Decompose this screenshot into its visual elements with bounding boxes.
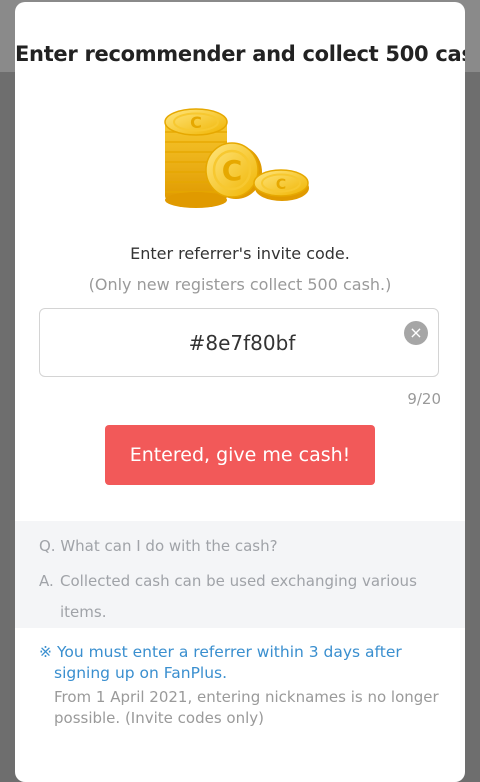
- faq-section: Q. What can I do with the cash? A. Collec…: [15, 521, 465, 628]
- notice-mark-icon: ※: [39, 643, 52, 661]
- invite-code-field[interactable]: ×: [39, 308, 439, 377]
- invite-code-instruction: Enter referrer's invite code.: [130, 244, 350, 263]
- modal-title: Enter recommender and collect 500 cash: [15, 42, 465, 66]
- faq-answer-line2: items.: [60, 603, 107, 621]
- referral-modal: Enter recommender and collect 500 cash C…: [15, 2, 465, 782]
- nickname-policy-note: From 1 April 2021, entering nicknames is…: [54, 688, 439, 727]
- svg-text:C: C: [190, 113, 202, 132]
- faq-question: Q. What can I do with the cash?: [39, 537, 278, 555]
- gold-coins-icon: C C C: [164, 108, 309, 208]
- faq-answer: A. Collected cash can be used exchanging …: [39, 566, 439, 628]
- faq-answer-line1: Collected cash can be used exchanging va…: [60, 572, 417, 590]
- invite-code-input[interactable]: [90, 309, 394, 377]
- submit-cash-button[interactable]: Entered, give me cash!: [105, 425, 375, 485]
- character-counter: 9/20: [407, 390, 441, 408]
- faq-answer-prefix: A.: [39, 572, 54, 590]
- clear-icon[interactable]: ×: [404, 321, 428, 345]
- new-register-note: (Only new registers collect 500 cash.): [88, 275, 392, 294]
- referrer-deadline-notice: ※ You must enter a referrer within 3 day…: [39, 642, 449, 684]
- svg-text:C: C: [276, 177, 286, 193]
- notice-text: You must enter a referrer within 3 days …: [54, 643, 402, 682]
- svg-text:C: C: [222, 154, 243, 187]
